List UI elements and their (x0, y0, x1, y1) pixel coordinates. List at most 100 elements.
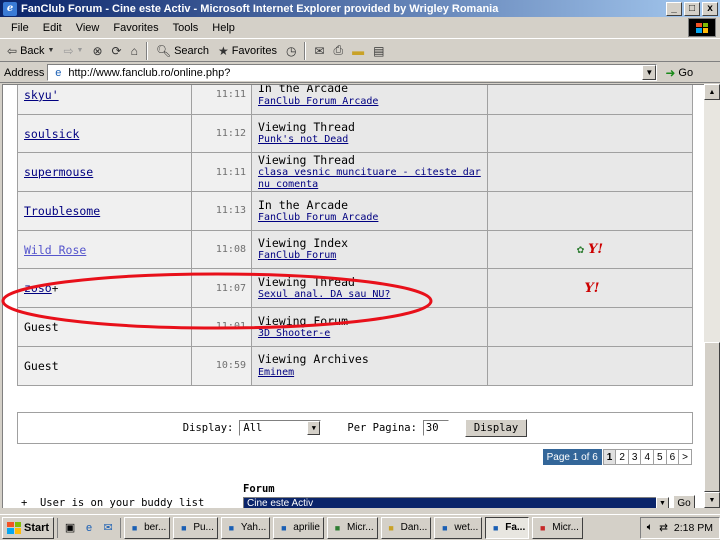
icq-icon[interactable]: ✿ (577, 242, 584, 256)
forum-go-button[interactable]: Go (673, 495, 695, 508)
outlook-icon[interactable]: ✉ (100, 520, 116, 536)
address-dropdown-button[interactable]: ▼ (642, 65, 657, 80)
menu-file[interactable]: File (4, 22, 36, 34)
username-link[interactable]: skyu' (24, 88, 59, 102)
chevron-down-icon: ▼ (307, 421, 321, 435)
taskbar-button[interactable]: ■ Dan... (380, 516, 432, 539)
menu-edit[interactable]: Edit (36, 22, 69, 34)
taskbar-button[interactable]: ■ ber... (124, 516, 171, 539)
close-button[interactable]: x (702, 1, 718, 16)
page-link-5[interactable]: 5 (653, 449, 667, 465)
online-user-row: Guest 10:59 Viewing Archives Eminem (17, 345, 693, 386)
location-action: Viewing Index (258, 236, 349, 251)
page-link-2[interactable]: 2 (615, 449, 629, 465)
back-button[interactable]: ⇦ Back ▼ (4, 44, 57, 58)
location-link[interactable]: Sexul anal. DA sau NU? (258, 289, 487, 301)
stop-button[interactable]: ⊗ (89, 44, 105, 58)
go-label: Go (678, 66, 694, 79)
network-icon[interactable]: ⇄ (659, 522, 668, 534)
windows-logo-icon (7, 521, 21, 534)
location-link[interactable]: FanClub Forum (258, 250, 487, 262)
taskbar-button[interactable]: ■ Pu... (173, 516, 218, 539)
scrollbar-thumb[interactable] (704, 342, 720, 492)
app-icon: ■ (388, 522, 394, 533)
username-link[interactable]: Troublesome (24, 204, 100, 218)
page-link-1[interactable]: 1 (602, 449, 617, 465)
menu-tools[interactable]: Tools (166, 22, 206, 34)
yahoo-icon[interactable]: Y! (585, 281, 600, 296)
go-button[interactable]: ➜ Go (665, 66, 693, 80)
taskbar-button[interactable]: ■ Micr... (326, 516, 378, 539)
volume-icon[interactable]: 🔈︎ (647, 521, 653, 534)
location-link[interactable]: FanClub Forum Arcade (258, 212, 487, 224)
last-activity-time: 10:59 (191, 345, 252, 386)
pagination: Page 1 of 6 1 2 3 4 5 6 > (542, 449, 692, 465)
minimize-button[interactable]: _ (666, 1, 682, 16)
taskbar-button-label: wet... (454, 522, 479, 533)
vertical-scrollbar[interactable]: ▲ ▼ (704, 84, 720, 508)
per-page-input[interactable]: 30 (422, 420, 449, 436)
location-action: Viewing Forum (258, 313, 349, 328)
forum-jump-select[interactable]: Cine este Activ ▼ (243, 497, 669, 508)
last-activity-time: 11:11 (191, 152, 252, 193)
ie-launch-icon[interactable]: e (81, 520, 97, 536)
display-button[interactable]: Display (464, 419, 528, 437)
location-link[interactable]: Eminem (258, 367, 487, 379)
last-activity-time: 11:12 (191, 113, 252, 154)
show-desktop-icon[interactable]: ▣ (62, 520, 78, 536)
username-link[interactable]: supermouse (24, 165, 93, 179)
page-link-3[interactable]: 3 (627, 449, 642, 465)
username-link[interactable]: soulsick (24, 127, 79, 141)
mail-button[interactable]: ✉ (311, 44, 327, 58)
folder-button[interactable]: ▬ (349, 44, 367, 58)
edit-button[interactable]: ▤ (370, 44, 387, 58)
favorites-button[interactable]: ★ Favorites (215, 44, 280, 58)
windows-logo-icon (688, 18, 716, 37)
display-value: All (243, 422, 263, 434)
forward-button[interactable]: ⇨ ▼ (60, 44, 86, 58)
taskbar-button[interactable]: ■ Yah... (220, 516, 271, 539)
buddy-legend: + User is on your buddy list (21, 497, 205, 508)
history-button[interactable]: ◷ (283, 44, 299, 58)
page-content: skyu' 11:11 In the Arcade FanClub Forum Arc… (2, 84, 704, 508)
dropdown-arrow-icon: ▼ (76, 47, 84, 54)
page-link-6[interactable]: 6 (665, 449, 680, 465)
home-icon: ⌂ (130, 43, 138, 58)
online-user-row: zoso+ 11:07 Viewing Thread Sexul anal. DA s… (17, 268, 693, 309)
location-link[interactable]: FanClub Forum Arcade (258, 96, 487, 108)
username-link[interactable]: zoso (24, 281, 52, 295)
app-icon: ■ (442, 522, 448, 533)
search-button[interactable]: 🔍︎ Search (153, 44, 212, 58)
taskbar-button[interactable]: ■ Fa... (485, 516, 530, 539)
location-action: Viewing Thread (258, 274, 355, 289)
scroll-down-button[interactable]: ▼ (704, 492, 720, 508)
page-link-4[interactable]: 4 (640, 449, 655, 465)
user-cell: zoso+ (17, 268, 192, 309)
taskbar-button[interactable]: ■ aprilie (273, 516, 324, 539)
location-link[interactable]: 3D Shooter-e (258, 328, 487, 340)
home-button[interactable]: ⌂ (128, 44, 141, 58)
display-select[interactable]: All ▼ (239, 420, 322, 436)
next-page-link[interactable]: > (678, 449, 692, 465)
location-link[interactable]: Punk's not Dead (258, 134, 487, 146)
taskbar-button-label: Micr... (552, 522, 579, 533)
location-link[interactable]: clasa vesnic muncituare - citeste dar nu… (258, 167, 487, 190)
username-link[interactable]: Wild Rose (24, 243, 86, 257)
location-cell: In the Arcade FanClub Forum Arcade (251, 85, 488, 115)
online-user-row: Guest 11:01 Viewing Forum 3D Shooter-e (17, 307, 693, 347)
start-button[interactable]: Start (2, 516, 55, 539)
user-cell: Guest (17, 307, 192, 347)
refresh-button[interactable]: ⟳ (109, 44, 125, 58)
taskbar-button[interactable]: ■ Micr... (532, 516, 583, 539)
location-cell: Viewing Thread Punk's not Dead (251, 113, 488, 154)
menu-help[interactable]: Help (205, 22, 242, 34)
yahoo-icon[interactable]: Y! (588, 242, 603, 257)
maximize-button[interactable]: □ (684, 1, 700, 16)
print-button[interactable]: ⎙ (331, 43, 347, 58)
scroll-up-button[interactable]: ▲ (704, 84, 720, 100)
system-tray: 🔈︎ ⇄ 2:18 PM (639, 516, 720, 539)
taskbar-button[interactable]: ■ wet... (434, 516, 483, 539)
menu-view[interactable]: View (69, 22, 107, 34)
menu-favorites[interactable]: Favorites (106, 22, 165, 34)
address-input[interactable]: e http://www.fanclub.ro/online.php? ▼ (47, 64, 658, 81)
